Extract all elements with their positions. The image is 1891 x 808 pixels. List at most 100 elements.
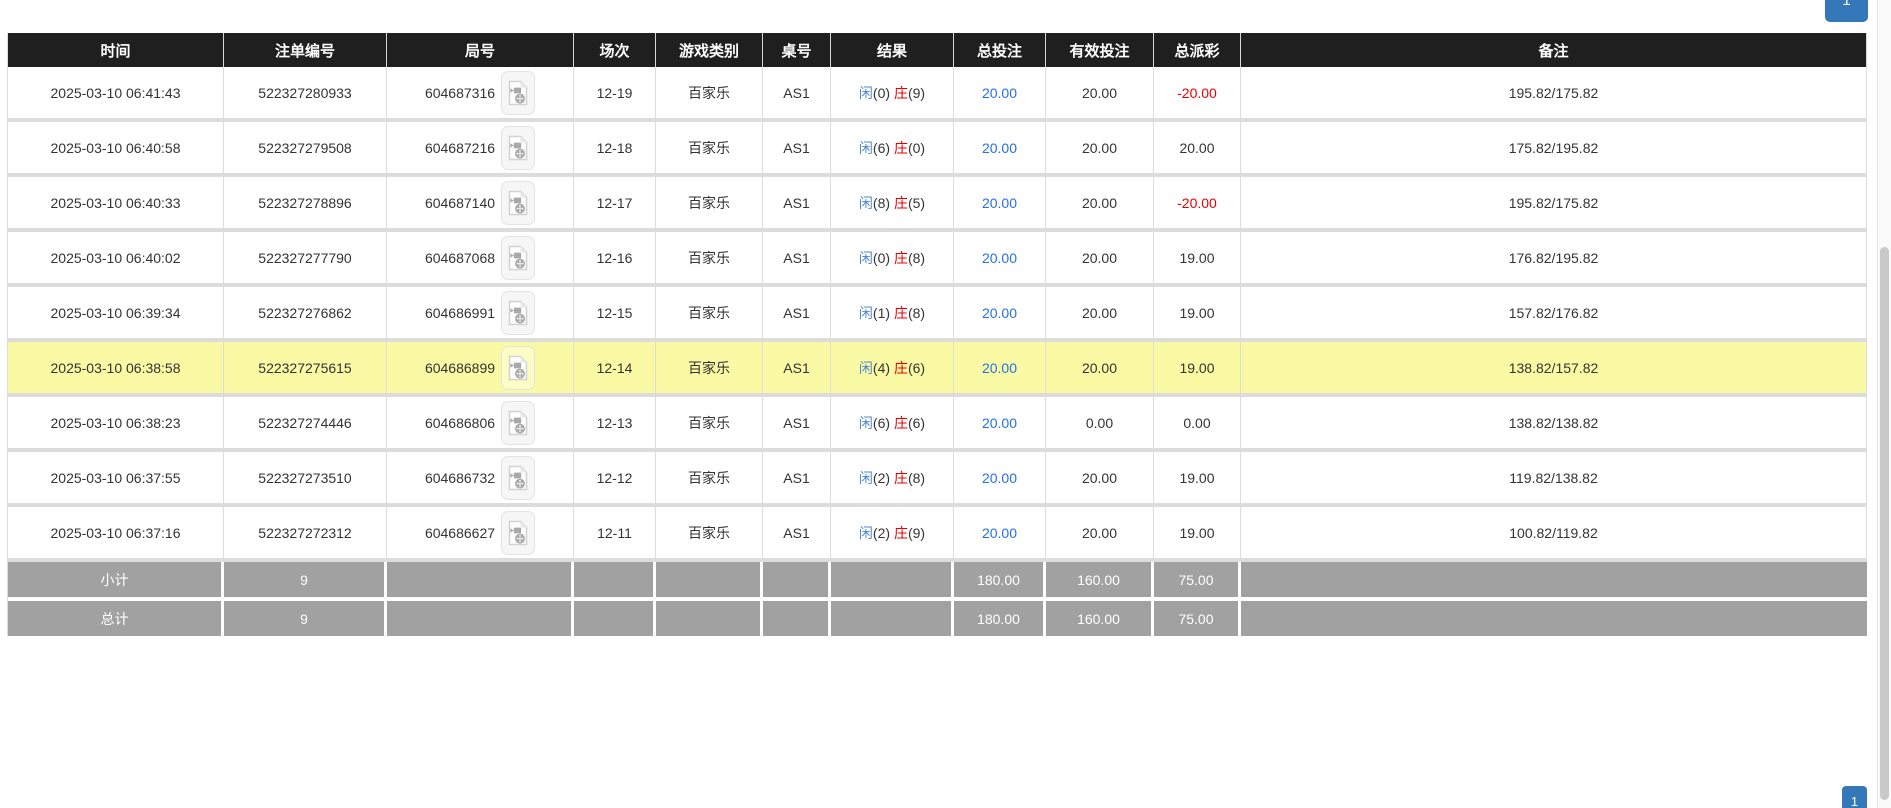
round-number-text: 604687316 — [425, 85, 495, 101]
result-player-score: (8) — [873, 195, 890, 211]
result-banker-score: (9) — [908, 525, 925, 541]
cell-table-number: AS1 — [763, 397, 831, 448]
subtotal-row-total-payout: 75.00 — [1154, 562, 1241, 597]
column-header-total_bet: 总投注 — [954, 33, 1046, 67]
cell-session: 12-15 — [574, 287, 656, 338]
cell-bet-number: 522327272312 — [224, 507, 387, 558]
grand-total-row: 总计9180.00160.0075.00 — [8, 601, 1867, 636]
cell-remark: 119.82/138.82 — [1241, 452, 1867, 503]
cell-time: 2025-03-10 06:38:23 — [8, 397, 224, 448]
cell-total-bet: 20.00 — [954, 232, 1046, 283]
cell-valid-bet: 20.00 — [1046, 507, 1154, 558]
cell-remark: 176.82/195.82 — [1241, 232, 1867, 283]
cell-valid-bet: 20.00 — [1046, 177, 1154, 228]
table-row: 2025-03-10 06:40:02522327277790604687068… — [8, 232, 1867, 287]
pagination-label: 1 — [1851, 794, 1858, 808]
cell-time: 2025-03-10 06:40:58 — [8, 122, 224, 173]
total-bet-link[interactable]: 20.00 — [982, 140, 1017, 156]
total-bet-link[interactable]: 20.00 — [982, 305, 1017, 321]
cell-result: 闲(4) 庄(6) — [831, 342, 954, 393]
cell-round-number: 604687140 — [387, 177, 574, 228]
result-player-label: 闲 — [859, 83, 873, 103]
column-header-time: 时间 — [8, 33, 224, 67]
column-header-bet_no: 注单编号 — [224, 33, 387, 67]
cell-game-type: 百家乐 — [656, 452, 763, 503]
pagination-page-1-button-top[interactable]: 1 — [1825, 0, 1868, 22]
total-bet-link[interactable]: 20.00 — [982, 415, 1017, 431]
video-film-icon — [508, 355, 528, 381]
bet-records-page: 1 时间注单编号局号场次游戏类别桌号结果总投注有效投注总派彩备注 2025-03… — [0, 0, 1891, 808]
video-replay-button[interactable] — [501, 456, 535, 500]
video-replay-button[interactable] — [501, 126, 535, 170]
cell-game-type: 百家乐 — [656, 67, 763, 118]
result-banker-label: 庄 — [894, 83, 908, 103]
subtotal-row-empty-cell — [574, 562, 656, 597]
video-replay-button[interactable] — [501, 291, 535, 335]
result-banker-score: (9) — [908, 85, 925, 101]
result-player-label: 闲 — [859, 303, 873, 323]
cell-table-number: AS1 — [763, 177, 831, 228]
video-replay-button[interactable] — [501, 511, 535, 555]
total-bet-link[interactable]: 20.00 — [982, 250, 1017, 266]
table-row-highlighted: 2025-03-10 06:38:58522327275615 604686899… — [8, 342, 1867, 397]
cell-result: 闲(2) 庄(8) — [831, 452, 954, 503]
total-bet-link[interactable]: 20.00 — [982, 195, 1017, 211]
cell-game-type: 百家乐 — [656, 507, 763, 558]
cell-session: 12-11 — [574, 507, 656, 558]
total-bet-link[interactable]: 20.00 — [982, 85, 1017, 101]
cell-time: 2025-03-10 06:40:02 — [8, 232, 224, 283]
total-bet-link[interactable]: 20.00 — [982, 360, 1017, 376]
cell-round-number: 604686732 — [387, 452, 574, 503]
grand-total-row-remark — [1241, 601, 1867, 636]
cell-result: 闲(0) 庄(8) — [831, 232, 954, 283]
result-player-score: (1) — [873, 305, 890, 321]
cell-session: 12-18 — [574, 122, 656, 173]
cell-valid-bet: 20.00 — [1046, 67, 1154, 118]
cell-time: 2025-03-10 06:40:33 — [8, 177, 224, 228]
total-bet-link[interactable]: 20.00 — [982, 525, 1017, 541]
result-player-label: 闲 — [859, 413, 873, 433]
subtotal-row-empty-cell — [387, 562, 574, 597]
video-replay-button[interactable] — [501, 401, 535, 445]
grand-total-row-valid-bet: 160.00 — [1046, 601, 1154, 636]
cell-table-number: AS1 — [763, 232, 831, 283]
cell-bet-number: 522327273510 — [224, 452, 387, 503]
cell-session: 12-16 — [574, 232, 656, 283]
round-number-text: 604686627 — [425, 525, 495, 541]
table-row: 2025-03-10 06:40:58522327279508604687216… — [8, 122, 1867, 177]
table-footer: 小计9180.00160.0075.00总计9180.00160.0075.00 — [8, 562, 1867, 636]
video-replay-button[interactable] — [501, 71, 535, 115]
video-replay-button[interactable] — [501, 181, 535, 225]
round-number-text: 604687216 — [425, 140, 495, 156]
cell-table-number: AS1 — [763, 67, 831, 118]
table-row: 2025-03-10 06:41:43522327280933604687316… — [8, 67, 1867, 122]
cell-bet-number: 522327278896 — [224, 177, 387, 228]
round-number-text: 604686806 — [425, 415, 495, 431]
cell-result: 闲(6) 庄(0) — [831, 122, 954, 173]
pagination-page-1-button-bottom[interactable]: 1 — [1842, 786, 1867, 808]
video-replay-button[interactable] — [501, 236, 535, 280]
round-number-text: 604686899 — [425, 360, 495, 376]
cell-game-type: 百家乐 — [656, 397, 763, 448]
vertical-scrollbar-thumb[interactable] — [1880, 247, 1889, 800]
pagination-label: 1 — [1842, 0, 1850, 9]
round-number-text: 604686991 — [425, 305, 495, 321]
cell-time: 2025-03-10 06:38:58 — [8, 342, 224, 393]
bet-records-table: 时间注单编号局号场次游戏类别桌号结果总投注有效投注总派彩备注 2025-03-1… — [7, 33, 1867, 636]
result-banker-label: 庄 — [894, 358, 908, 378]
column-header-result: 结果 — [831, 33, 954, 67]
cell-total-bet: 20.00 — [954, 452, 1046, 503]
result-banker-label: 庄 — [894, 468, 908, 488]
result-banker-label: 庄 — [894, 138, 908, 158]
subtotal-row-total-bet: 180.00 — [954, 562, 1046, 597]
total-bet-link[interactable]: 20.00 — [982, 470, 1017, 486]
result-banker-score: (5) — [908, 195, 925, 211]
cell-session: 12-13 — [574, 397, 656, 448]
vertical-scrollbar-track[interactable] — [1877, 0, 1891, 808]
cell-total-payout: 19.00 — [1154, 452, 1241, 503]
cell-bet-number: 522327275615 — [224, 342, 387, 393]
cell-bet-number: 522327276862 — [224, 287, 387, 338]
video-replay-button[interactable] — [501, 346, 535, 390]
result-banker-score: (8) — [908, 305, 925, 321]
result-banker-label: 庄 — [894, 303, 908, 323]
